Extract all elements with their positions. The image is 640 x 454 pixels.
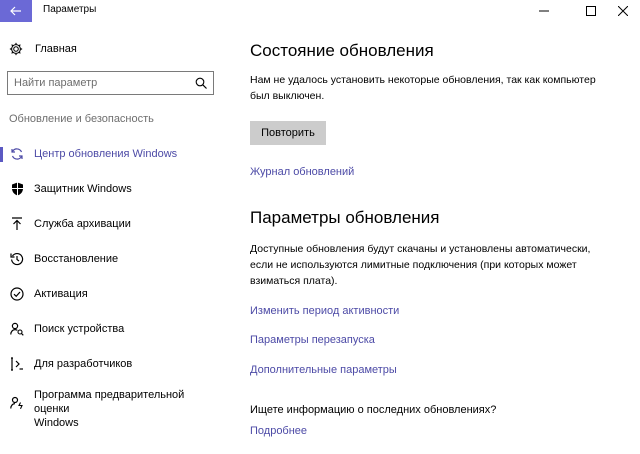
- learn-more-link[interactable]: Подробнее: [250, 425, 307, 437]
- restart-options-link[interactable]: Параметры перезапуска: [250, 334, 375, 346]
- sidebar-item-label: Программа предварительной оценки Windows: [34, 389, 185, 429]
- sidebar-item-label: Поиск устройства: [34, 323, 125, 335]
- history-icon: [10, 252, 24, 266]
- sidebar-item-find-device[interactable]: Поиск устройства: [0, 314, 222, 344]
- minimize-icon: [539, 10, 549, 12]
- status-message: Нам не удалось установить некоторые обно…: [250, 74, 596, 102]
- close-button[interactable]: [604, 0, 640, 22]
- active-indicator: [0, 147, 3, 162]
- change-active-hours-link[interactable]: Изменить период активности: [250, 305, 399, 317]
- settings-message: Доступные обновления будут скачаны и уст…: [250, 243, 591, 287]
- update-history-link[interactable]: Журнал обновлений: [250, 166, 354, 178]
- sidebar-item-windows-defender[interactable]: Защитник Windows: [0, 174, 222, 204]
- sidebar: Главная Обновление и безопасность Центр …: [0, 22, 222, 454]
- home-label: Главная: [35, 43, 77, 55]
- sidebar-item-label: Активация: [34, 288, 88, 300]
- retry-button[interactable]: Повторить: [250, 121, 326, 145]
- gear-icon: [9, 42, 23, 56]
- backup-arrow-icon: [10, 217, 24, 231]
- back-button[interactable]: [0, 0, 32, 22]
- shield-icon: [10, 182, 24, 196]
- sidebar-item-label: Восстановление: [34, 253, 119, 265]
- sidebar-item-label: Для разработчиков: [34, 358, 133, 370]
- search-icon[interactable]: [195, 77, 207, 89]
- update-status-heading: Состояние обновления: [250, 41, 434, 60]
- sidebar-item-label: Центр обновления Windows: [34, 148, 178, 160]
- advanced-options-link[interactable]: Дополнительные параметры: [250, 364, 397, 376]
- person-search-icon: [10, 322, 24, 336]
- developer-tools-icon: [10, 357, 24, 371]
- sidebar-item-activation[interactable]: Активация: [0, 279, 222, 309]
- minimize-button[interactable]: [525, 0, 563, 22]
- sidebar-item-label: Служба архивации: [34, 218, 131, 230]
- window-title: Параметры: [43, 4, 97, 15]
- search-input[interactable]: [8, 72, 188, 94]
- search-box[interactable]: [7, 71, 214, 95]
- back-arrow-icon: [10, 6, 21, 16]
- maximize-icon: [586, 6, 596, 16]
- check-circle-icon: [10, 287, 24, 301]
- close-icon: [618, 6, 628, 16]
- sidebar-item-developers[interactable]: Для разработчиков: [0, 349, 222, 379]
- sync-icon: [10, 147, 24, 161]
- sidebar-home[interactable]: Главная: [9, 40, 77, 58]
- info-question: Ищете информацию о последних обновлениях…: [250, 404, 497, 416]
- title-bar: Параметры: [0, 0, 640, 22]
- sidebar-item-insider[interactable]: Программа предварительной оценки Windows: [0, 384, 222, 429]
- sidebar-item-backup[interactable]: Служба архивации: [0, 209, 222, 239]
- sidebar-item-windows-update[interactable]: Центр обновления Windows: [0, 139, 222, 169]
- insider-icon: [10, 396, 24, 410]
- update-settings-heading: Параметры обновления: [250, 208, 440, 227]
- section-title: Обновление и безопасность: [9, 113, 154, 125]
- sidebar-item-recovery[interactable]: Восстановление: [0, 244, 222, 274]
- sidebar-item-label: Защитник Windows: [34, 183, 132, 195]
